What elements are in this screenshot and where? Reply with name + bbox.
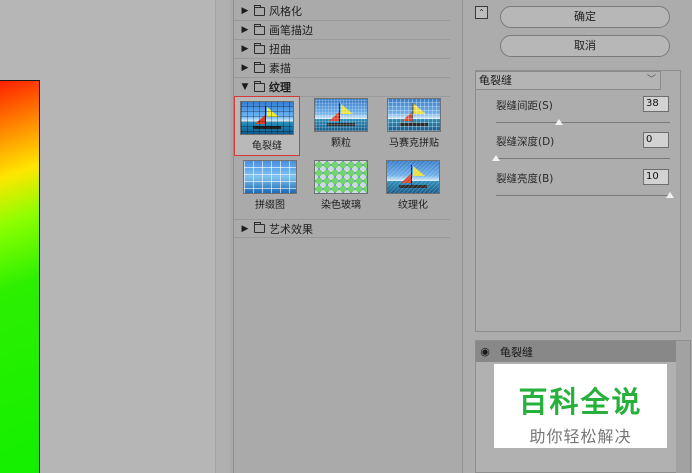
- crack-spacing-slider-knob[interactable]: [554, 119, 563, 125]
- expand-arrow-icon[interactable]: ▶: [238, 224, 252, 234]
- filter-label: 马赛克拼贴: [389, 138, 439, 149]
- filter-preview-image: [387, 98, 441, 132]
- filter-preview-image: [240, 101, 294, 135]
- folder-icon: [254, 61, 265, 73]
- folder-icon: [254, 222, 265, 233]
- category-label: 扭曲: [269, 43, 291, 56]
- folder-icon: [254, 23, 265, 35]
- layer-list-scrollbar[interactable]: [676, 341, 690, 473]
- effect-layer-name: 龟裂缝: [500, 345, 533, 359]
- crack-spacing-input[interactable]: 38: [643, 96, 669, 112]
- crack-depth-label: 裂缝深度(D): [496, 136, 555, 148]
- preview-image: [0, 80, 40, 473]
- category-artistic[interactable]: ▶ 艺术效果: [234, 219, 450, 238]
- category-distort[interactable]: ▶ 扭曲: [234, 40, 450, 59]
- folder-icon: [254, 80, 265, 92]
- filter-preview-image: [386, 160, 440, 194]
- category-sketch[interactable]: ▶ 素描: [234, 59, 450, 78]
- watermark-subtitle: 助你轻松解决: [529, 427, 632, 446]
- filter-label: 纹理化: [398, 200, 428, 211]
- filter-select-value: 龟裂缝: [479, 74, 512, 87]
- filter-thumb-craquelure[interactable]: 龟裂缝: [234, 96, 300, 156]
- filter-thumb-mosaic-tiles[interactable]: 马赛克拼贴: [383, 96, 445, 149]
- category-label: 素描: [269, 62, 291, 75]
- filter-preview-image: [243, 160, 297, 194]
- crack-brightness-slider-knob[interactable]: [666, 192, 674, 198]
- visibility-eye-icon[interactable]: ◉: [476, 345, 494, 358]
- expand-arrow-icon[interactable]: ▶: [238, 44, 252, 54]
- filter-thumb-grain[interactable]: 颗粒: [312, 96, 370, 149]
- crack-spacing-slider[interactable]: [496, 122, 670, 123]
- filter-select[interactable]: 龟裂缝 ﹀: [475, 71, 661, 90]
- filter-thumb-patchwork[interactable]: 拼缀图: [241, 158, 299, 211]
- preview-area[interactable]: [0, 0, 230, 473]
- folder-icon: [254, 42, 265, 54]
- folder-icon: [254, 4, 265, 16]
- category-brush-strokes[interactable]: ▶ 画笔描边: [234, 21, 450, 40]
- crack-brightness-input[interactable]: 10: [643, 169, 669, 185]
- filter-label: 龟裂缝: [252, 141, 282, 152]
- filter-gallery: ▶ 风格化 ▶ 画笔描边 ▶ 扭曲 ▶ 素描 ▼ 纹理 龟裂缝 颗粒 马赛克拼贴…: [233, 0, 459, 473]
- collapse-gallery-icon[interactable]: ⌃: [475, 6, 488, 19]
- crack-brightness-slider[interactable]: [496, 195, 670, 196]
- category-label: 艺术效果: [269, 222, 313, 236]
- cancel-button[interactable]: 取消: [500, 35, 670, 57]
- crack-brightness-label: 裂缝亮度(B): [496, 173, 554, 185]
- crack-depth-slider-knob[interactable]: [492, 155, 500, 161]
- filter-label: 拼缀图: [255, 200, 285, 211]
- category-stylize[interactable]: ▶ 风格化: [234, 2, 450, 21]
- preview-scrollbar[interactable]: [215, 0, 230, 473]
- expand-arrow-icon[interactable]: ▶: [238, 25, 252, 35]
- filter-thumb-texturizer[interactable]: 纹理化: [384, 158, 442, 211]
- filter-preview-image: [314, 160, 368, 194]
- filter-preview-image: [314, 98, 368, 132]
- category-label: 风格化: [269, 5, 302, 18]
- crack-spacing-label: 裂缝间距(S): [496, 100, 553, 112]
- category-label: 纹理: [269, 81, 291, 94]
- crack-depth-input[interactable]: 0: [643, 132, 669, 148]
- expand-arrow-icon[interactable]: ▶: [238, 63, 252, 73]
- category-label: 画笔描边: [269, 24, 313, 37]
- watermark-logo: 百科全说 助你轻松解决: [494, 364, 667, 448]
- collapse-arrow-icon[interactable]: ▼: [238, 82, 252, 92]
- category-texture[interactable]: ▼ 纹理: [234, 78, 450, 97]
- filter-thumb-stained-glass[interactable]: 染色玻璃: [312, 158, 370, 211]
- expand-arrow-icon[interactable]: ▶: [238, 6, 252, 16]
- watermark-title: 百科全说: [518, 385, 643, 419]
- crack-depth-slider[interactable]: [496, 158, 670, 159]
- effect-layer-row[interactable]: ◉ 龟裂缝: [476, 341, 676, 362]
- chevron-down-icon: ﹀: [646, 75, 656, 85]
- filter-label: 颗粒: [331, 138, 351, 149]
- filter-label: 染色玻璃: [321, 200, 361, 211]
- ok-button[interactable]: 确定: [500, 6, 670, 28]
